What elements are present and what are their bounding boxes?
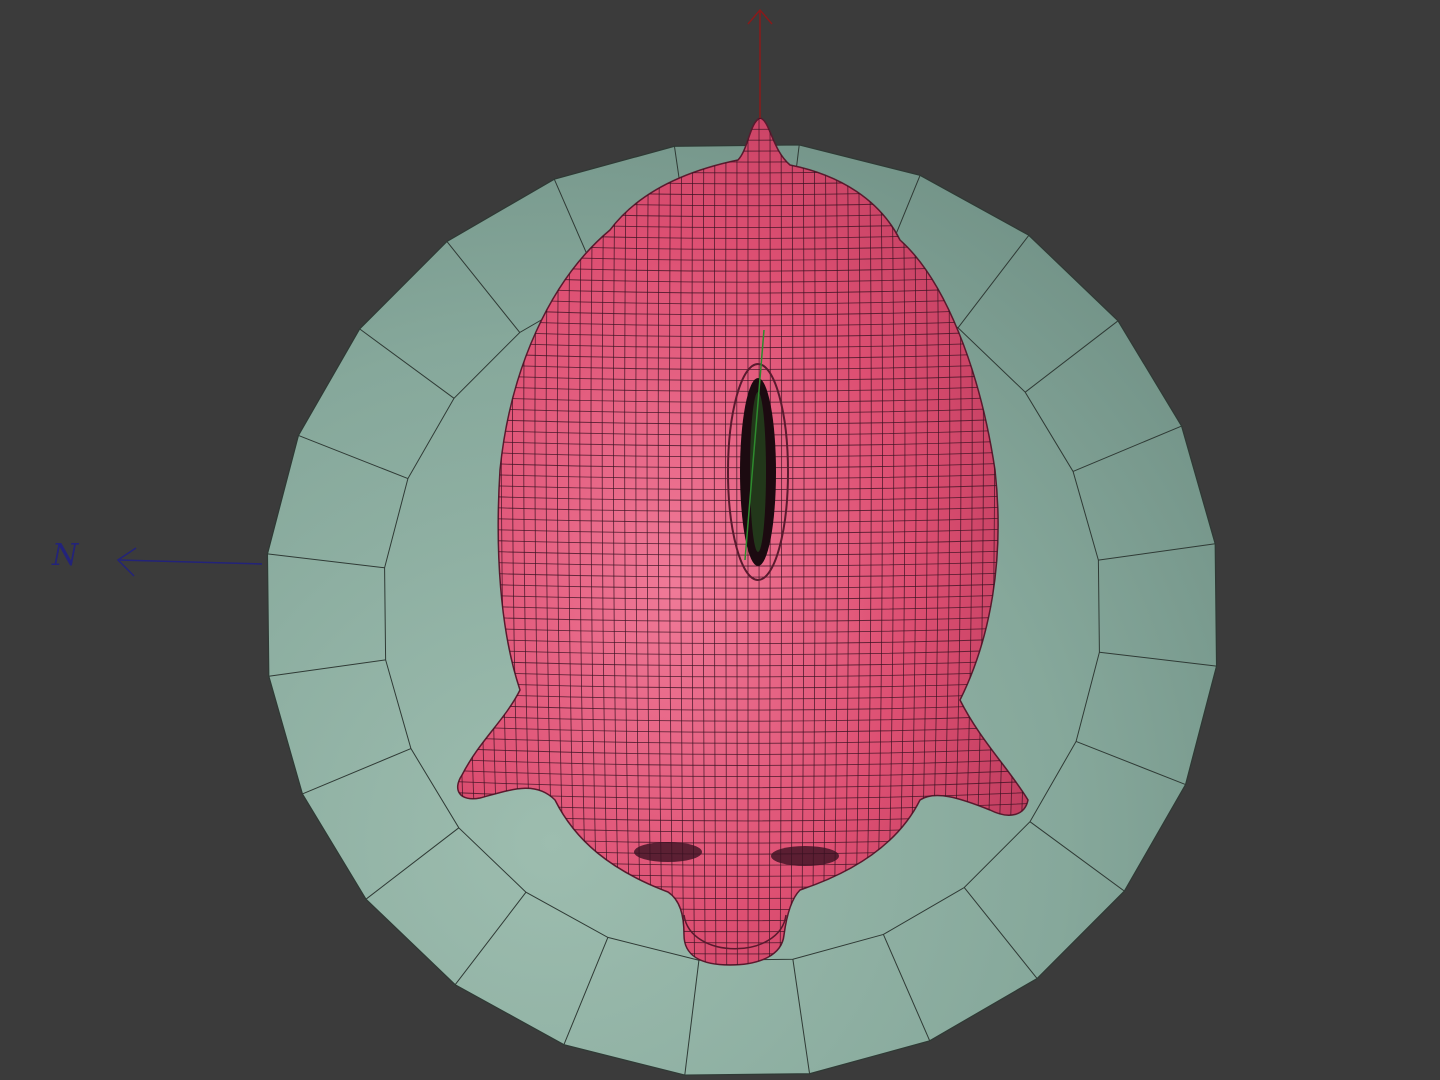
wire-latitude — [457, 118, 1028, 119]
right-eye — [771, 846, 839, 866]
wire-longitude — [736, 118, 738, 965]
wire-latitude — [457, 120, 1028, 130]
3d-viewport[interactable]: N — [0, 0, 1440, 1080]
x-axis-line — [119, 559, 263, 565]
wire-latitude — [457, 131, 1028, 141]
left-eye — [634, 842, 702, 862]
x-axis-arrow-icon — [116, 547, 137, 577]
viewport-scene[interactable] — [0, 0, 1440, 1080]
x-axis-label: N — [52, 538, 78, 573]
